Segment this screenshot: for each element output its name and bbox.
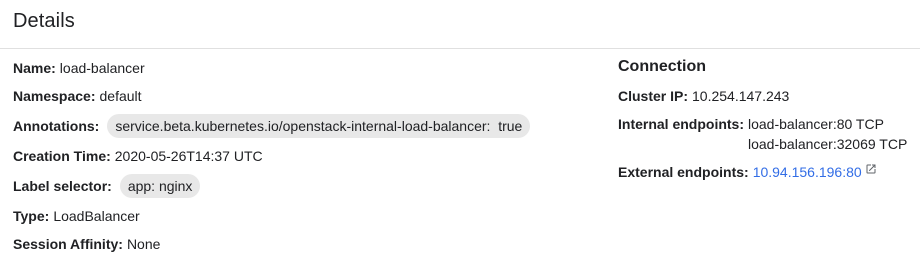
type-label: Type:: [13, 208, 50, 224]
session-affinity-row: Session Affinity: None: [13, 234, 160, 254]
connection-section-title: Connection: [618, 58, 706, 75]
external-endpoint-link[interactable]: 10.94.156.196:80: [753, 162, 862, 182]
namespace-row: Namespace: default: [13, 86, 142, 106]
card-header: Details: [0, 0, 920, 49]
cluster-ip-row: Cluster IP: 10.254.147.243: [618, 86, 789, 106]
annotations-label: Annotations:: [13, 118, 100, 134]
annotation-chip[interactable]: service.beta.kubernetes.io/openstack-int…: [107, 114, 531, 138]
name-value: load-balancer: [59, 60, 145, 76]
creation-time-label: Creation Time:: [13, 148, 111, 164]
open-in-new-icon[interactable]: [865, 160, 877, 174]
external-endpoints-label: External endpoints:: [618, 164, 749, 180]
namespace-value: default: [99, 88, 142, 104]
label-selector-chip[interactable]: app: nginx: [119, 174, 201, 198]
annotations-row: Annotations: service.beta.kubernetes.io/…: [13, 114, 531, 138]
internal-endpoint-item: load-balancer:32069 TCP: [748, 136, 908, 152]
label-selector-label: Label selector:: [13, 178, 112, 194]
card-title: Details: [13, 10, 75, 32]
creation-time-value: 2020-05-26T14:37 UTC: [114, 148, 263, 164]
type-row: Type: LoadBalancer: [13, 206, 140, 226]
internal-endpoints-label: Internal endpoints:: [618, 116, 744, 132]
name-row: Name: load-balancer: [13, 58, 145, 78]
internal-endpoint-item: load-balancer:80 TCP: [748, 116, 884, 132]
label-selector-row: Label selector: app: nginx: [13, 174, 201, 198]
internal-endpoints-list: load-balancer:80 TCP load-balancer:32069…: [748, 114, 907, 154]
details-card: Details Name: load-balancer Namespace: d…: [0, 0, 920, 259]
type-value: LoadBalancer: [53, 208, 140, 224]
session-affinity-value: None: [126, 236, 161, 252]
external-endpoints-row: External endpoints: 10.94.156.196:80: [618, 162, 877, 182]
namespace-label: Namespace:: [13, 88, 96, 104]
cluster-ip-value: 10.254.147.243: [692, 88, 790, 104]
session-affinity-label: Session Affinity:: [13, 236, 123, 252]
cluster-ip-label: Cluster IP:: [618, 88, 689, 104]
name-label: Name:: [13, 60, 56, 76]
internal-endpoints-row: Internal endpoints: load-balancer:80 TCP…: [618, 114, 907, 154]
creation-time-row: Creation Time: 2020-05-26T14:37 UTC: [13, 146, 263, 166]
